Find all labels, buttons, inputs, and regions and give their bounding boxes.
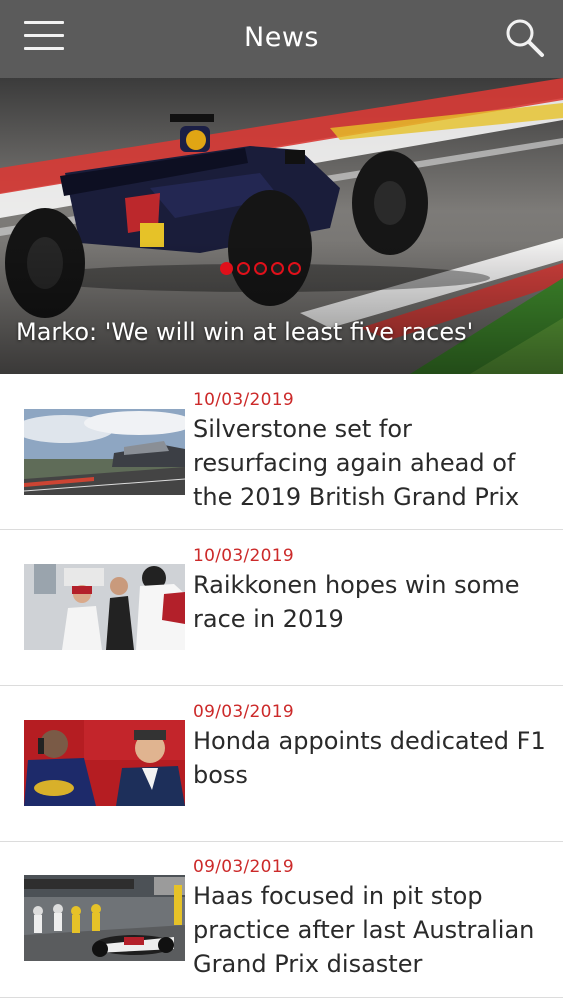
news-item[interactable]: 10/03/2019 Silverstone set for resurfaci… xyxy=(0,374,563,530)
news-title[interactable]: Haas focused in pit stop practice after … xyxy=(193,879,553,981)
news-title[interactable]: Raikkonen hopes win some race in 2019 xyxy=(193,568,553,636)
news-item[interactable]: 09/03/2019 Honda appoints dedicated F1 b… xyxy=(0,686,563,842)
carousel-dot[interactable] xyxy=(220,262,233,275)
news-date: 09/03/2019 xyxy=(193,702,294,722)
carousel-dot[interactable] xyxy=(288,262,301,275)
news-thumbnail xyxy=(24,875,185,961)
news-item[interactable]: 10/03/2019 Raikkonen hopes win some race… xyxy=(0,530,563,686)
carousel-dot[interactable] xyxy=(237,262,250,275)
news-thumbnail xyxy=(24,564,185,650)
carousel-dot[interactable] xyxy=(254,262,267,275)
news-thumbnail xyxy=(24,409,185,495)
page-title: News xyxy=(244,22,319,53)
top-bar: News xyxy=(0,0,563,78)
news-date: 10/03/2019 xyxy=(193,546,294,566)
news-title[interactable]: Honda appoints dedicated F1 boss xyxy=(193,724,553,792)
carousel-dot[interactable] xyxy=(271,262,284,275)
news-thumbnail xyxy=(24,720,185,806)
search-icon[interactable] xyxy=(503,16,545,58)
hero-headline[interactable]: Marko: 'We will win at least five races' xyxy=(16,318,473,346)
news-item[interactable]: 09/03/2019 Haas focused in pit stop prac… xyxy=(0,842,563,998)
carousel-indicator xyxy=(220,260,305,278)
hero-carousel[interactable]: Marko: 'We will win at least five races' xyxy=(0,78,563,374)
news-list: 10/03/2019 Silverstone set for resurfaci… xyxy=(0,374,563,998)
news-date: 10/03/2019 xyxy=(193,390,294,410)
news-title[interactable]: Silverstone set for resurfacing again ah… xyxy=(193,412,553,514)
news-date: 09/03/2019 xyxy=(193,857,294,877)
